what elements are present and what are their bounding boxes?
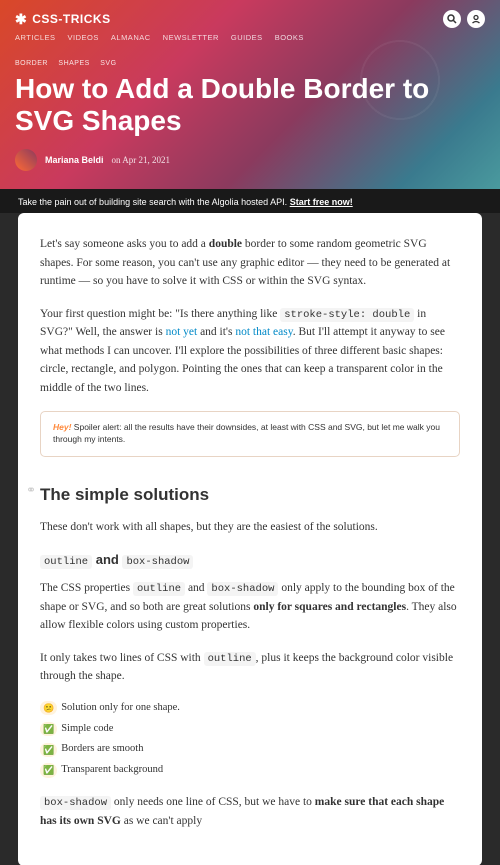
site-logo[interactable]: ✱ CSS-TRICKS bbox=[15, 11, 111, 28]
promo-banner[interactable]: Take the pain out of building site searc… bbox=[0, 189, 500, 215]
page-title: How to Add a Double Border to SVG Shapes bbox=[15, 73, 485, 137]
list-item: ✅Simple code bbox=[40, 721, 460, 738]
nav-books[interactable]: BOOKS bbox=[275, 33, 304, 42]
h2-subtitle: These don't work with all shapes, but th… bbox=[40, 518, 460, 536]
user-icon[interactable] bbox=[467, 10, 485, 28]
link-not-easy[interactable]: not that easy bbox=[235, 326, 292, 338]
article-body: Let's say someone asks you to add a doub… bbox=[18, 213, 482, 865]
nav-guides[interactable]: GUIDES bbox=[231, 33, 263, 42]
pill-icon: ✅ bbox=[40, 763, 57, 777]
crumb-border[interactable]: BORDER bbox=[15, 60, 48, 67]
tail-p: box-shadow only needs one line of CSS, b… bbox=[40, 793, 460, 830]
byline: Mariana Beldi on Apr 21, 2021 bbox=[15, 149, 485, 171]
heading-outline-boxshadow: ⚭outline and box-shadow bbox=[40, 550, 460, 571]
pill-icon: ✅ bbox=[40, 722, 57, 736]
logo-star-icon: ✱ bbox=[15, 11, 27, 28]
avatar[interactable] bbox=[15, 149, 37, 171]
spoiler-callout: Hey! Spoiler alert: all the results have… bbox=[40, 411, 460, 457]
nav-almanac[interactable]: ALMANAC bbox=[111, 33, 151, 42]
author-name[interactable]: Mariana Beldi bbox=[45, 155, 104, 165]
crumb-shapes[interactable]: SHAPES bbox=[58, 60, 89, 67]
anchor-icon[interactable]: ⚭ bbox=[26, 481, 36, 500]
crumb-svg[interactable]: SVG bbox=[100, 60, 116, 67]
logo-text: CSS-TRICKS bbox=[32, 12, 110, 26]
list-item: 😕Solution only for one shape. bbox=[40, 700, 460, 717]
search-icon[interactable] bbox=[443, 10, 461, 28]
link-not-yet[interactable]: not yet bbox=[166, 326, 198, 338]
main-nav: ARTICLES VIDEOS ALMANAC NEWSLETTER GUIDE… bbox=[15, 33, 485, 42]
nav-videos[interactable]: VIDEOS bbox=[68, 33, 99, 42]
feature-list: 😕Solution only for one shape. ✅Simple co… bbox=[40, 700, 460, 779]
nav-articles[interactable]: ARTICLES bbox=[15, 33, 56, 42]
nav-newsletter[interactable]: NEWSLETTER bbox=[163, 33, 219, 42]
promo-cta[interactable]: Start free now! bbox=[290, 197, 353, 207]
heading-simple-solutions: ⚭The simple solutions bbox=[40, 481, 460, 508]
publish-date: on Apr 21, 2021 bbox=[112, 155, 171, 165]
callout-text: Spoiler alert: all the results have thei… bbox=[53, 422, 440, 444]
callout-hey: Hey! bbox=[53, 422, 71, 432]
intro-p2: Your first question might be: "Is there … bbox=[40, 305, 460, 397]
section-p1: The CSS properties outline and box-shado… bbox=[40, 579, 460, 635]
pill-icon: 😕 bbox=[40, 701, 57, 715]
promo-text: Take the pain out of building site searc… bbox=[18, 197, 290, 207]
breadcrumb: BORDER SHAPES SVG bbox=[15, 60, 485, 67]
intro-p1: Let's say someone asks you to add a doub… bbox=[40, 235, 460, 290]
list-item: ✅Transparent background bbox=[40, 762, 460, 779]
section-p2: It only takes two lines of CSS with outl… bbox=[40, 649, 460, 686]
